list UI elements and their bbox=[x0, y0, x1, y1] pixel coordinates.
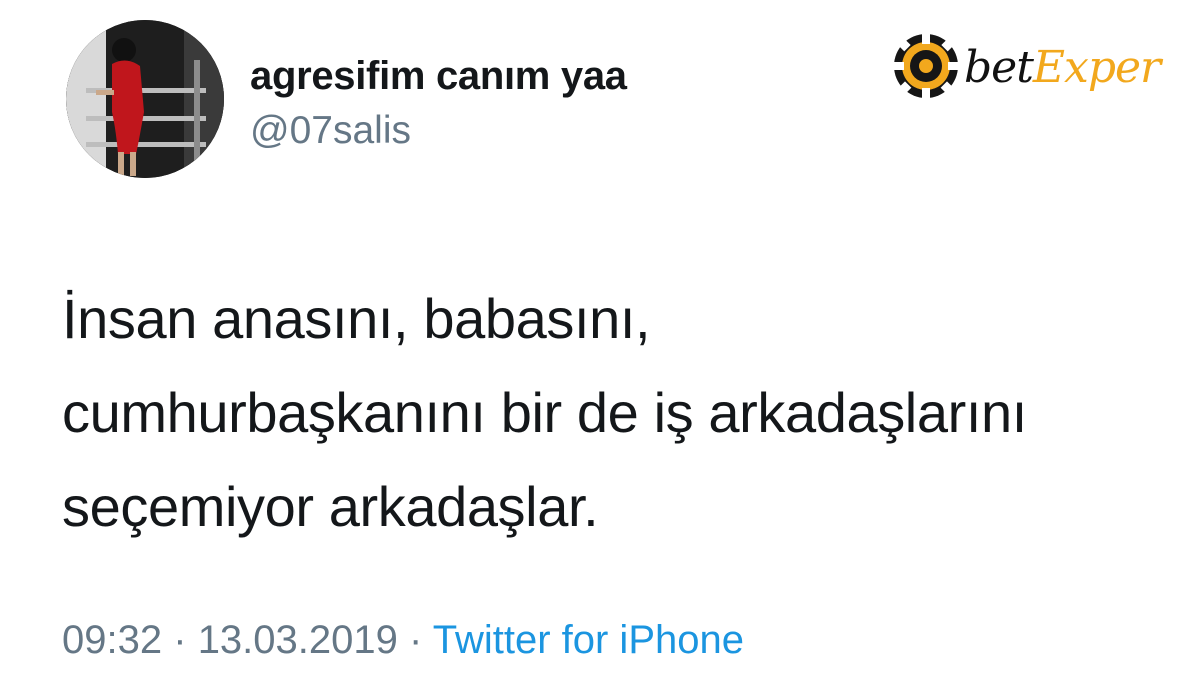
brand-name: betExper bbox=[964, 40, 1161, 96]
brand-name-part1: bet bbox=[964, 42, 1034, 93]
tweet-date[interactable]: 13.03.2019 bbox=[198, 618, 398, 662]
tweet-time[interactable]: 09:32 bbox=[62, 618, 162, 662]
brand-watermark: betExper bbox=[888, 26, 1178, 112]
tweet-text-line: seçemiyor arkadaşlar. bbox=[62, 475, 599, 538]
tweet-card: agresifim canım yaa @07salis betExper İn… bbox=[0, 0, 1200, 695]
tweet-text-line: İnsan anasını, babasını, bbox=[62, 287, 651, 350]
meta-separator: · bbox=[173, 618, 187, 662]
meta-separator: · bbox=[409, 618, 423, 662]
user-handle[interactable]: @07salis bbox=[250, 108, 627, 154]
tweet-meta: 09:32 · 13.03.2019 · Twitter for iPhone bbox=[62, 614, 744, 666]
author-block: agresifim canım yaa @07salis bbox=[250, 52, 627, 154]
tweet-source-link[interactable]: Twitter for iPhone bbox=[433, 618, 744, 662]
avatar[interactable] bbox=[66, 20, 224, 178]
avatar-image bbox=[66, 20, 224, 178]
poker-chip-icon bbox=[894, 34, 958, 98]
brand-name-part2: Exper bbox=[1032, 42, 1161, 93]
tweet-text-line: cumhurbaşkanını bir de iş arkadaşlarını bbox=[62, 381, 1027, 444]
display-name[interactable]: agresifim canım yaa bbox=[250, 52, 627, 100]
tweet-text: İnsan anasını, babasını, cumhurbaşkanını… bbox=[62, 272, 1182, 554]
